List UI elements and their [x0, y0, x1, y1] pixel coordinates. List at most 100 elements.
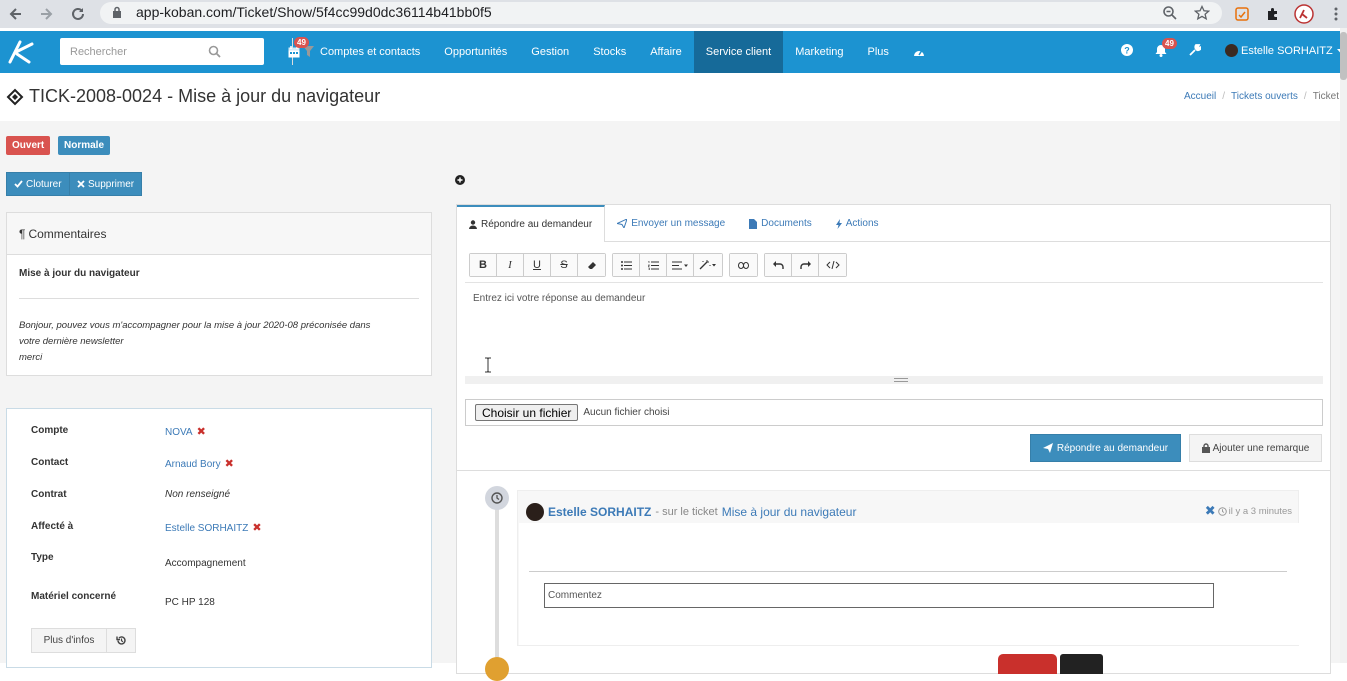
extension-orange-icon[interactable]: [1232, 4, 1252, 24]
browser-menu-icon[interactable]: [1326, 4, 1346, 24]
add-remark-label: Ajouter une remarque: [1212, 442, 1310, 454]
reply-editor[interactable]: Entrez ici votre réponse au demandeur: [473, 293, 1313, 373]
italic-button[interactable]: I: [497, 254, 524, 276]
user-menu[interactable]: Estelle SORHAITZ: [1225, 44, 1344, 57]
delete-icon[interactable]: ✖: [1205, 503, 1216, 519]
divider: [457, 470, 1330, 471]
timeline-next-dot: [485, 657, 509, 681]
calendar-menu-item[interactable]: 49: [280, 31, 309, 73]
wrench-icon[interactable]: [1189, 44, 1201, 56]
tabs: Répondre au demandeur Envoyer un message…: [457, 205, 1330, 242]
scrollbar-thumb[interactable]: [1340, 32, 1347, 80]
comment-title: Mise à jour du navigateur: [19, 268, 140, 279]
account-link[interactable]: NOVA: [165, 427, 193, 438]
search-input[interactable]: [60, 38, 204, 65]
bookmark-star-icon[interactable]: [1194, 5, 1210, 21]
timeline-time-text: il y a 3 minutes: [1228, 505, 1292, 517]
resize-grip-icon[interactable]: [894, 378, 908, 382]
help-icon[interactable]: ?: [1121, 44, 1133, 56]
menu-marketing[interactable]: Marketing: [783, 31, 855, 73]
page-scrollbar[interactable]: [1340, 28, 1347, 663]
timeline-ticket-link[interactable]: Mise à jour du navigateur: [722, 505, 857, 519]
zoom-icon[interactable]: [1162, 5, 1178, 21]
comments-box: ¶ Commentaires Mise à jour du navigateur…: [6, 212, 432, 376]
forward-icon[interactable]: [36, 4, 56, 24]
dashboard-icon: [913, 47, 925, 57]
red-button-partial[interactable]: [998, 654, 1057, 674]
remove-icon[interactable]: ✖: [197, 426, 206, 438]
breadcrumb-tickets-ouverts[interactable]: Tickets ouverts: [1231, 91, 1298, 102]
menu-opportunites[interactable]: Opportunités: [432, 31, 519, 73]
menu-comptes-et-contacts[interactable]: Comptes et contacts: [308, 31, 432, 73]
comment-input[interactable]: [544, 583, 1214, 608]
avatar: [526, 503, 544, 521]
koban-logo-icon[interactable]: [6, 38, 36, 66]
bold-button[interactable]: B: [470, 254, 497, 276]
file-icon: [749, 218, 758, 229]
toolbar-group-insert: [729, 253, 758, 277]
address-bar[interactable]: app-koban.com/Ticket/Show/5f4cc99d0dc361…: [100, 2, 1222, 24]
dark-button-partial[interactable]: [1060, 654, 1103, 674]
timeline-context: - sur le ticket: [655, 506, 718, 518]
info-key: Compte: [31, 425, 69, 436]
delete-ticket-button[interactable]: Supprimer: [69, 172, 143, 196]
magic-style-button[interactable]: [694, 254, 722, 276]
dashboard-menu-item[interactable]: [901, 31, 937, 73]
choose-file-button[interactable]: Choisir un fichier: [475, 404, 579, 421]
reload-icon[interactable]: [68, 4, 88, 24]
add-circle-icon[interactable]: [455, 175, 465, 185]
menu-service-client[interactable]: Service client: [693, 31, 784, 73]
assignee-link[interactable]: Estelle SORHAITZ: [165, 523, 248, 534]
timeline-author[interactable]: Estelle SORHAITZ: [548, 505, 651, 519]
underline-button[interactable]: U: [524, 254, 551, 276]
history-button[interactable]: [106, 628, 136, 653]
search-icon[interactable]: [208, 45, 221, 58]
info-key: Type: [31, 552, 54, 563]
eraser-button[interactable]: [578, 254, 605, 276]
menu-plus[interactable]: Plus: [856, 31, 901, 73]
tab-envoyer-message[interactable]: Envoyer un message: [605, 205, 737, 242]
more-info-button[interactable]: Plus d'infos: [31, 628, 107, 653]
breadcrumb-separator: /: [1303, 91, 1307, 102]
reply-submit-button[interactable]: Répondre au demandeur: [1030, 434, 1181, 462]
bullet-list-button[interactable]: [613, 254, 640, 276]
redo-icon: [799, 261, 811, 269]
contact-link[interactable]: Arnaud Bory: [165, 459, 221, 470]
align-dropdown-button[interactable]: [667, 254, 694, 276]
breadcrumb-accueil[interactable]: Accueil: [1184, 91, 1216, 102]
extensions-puzzle-icon[interactable]: [1263, 4, 1283, 24]
toolbar-group-paragraph: [612, 253, 723, 277]
numbered-list-button[interactable]: [640, 254, 667, 276]
info-value-compte: NOVA ✖: [165, 425, 206, 438]
redo-button[interactable]: [792, 254, 819, 276]
tab-repondre[interactable]: Répondre au demandeur: [457, 205, 606, 242]
remove-icon[interactable]: ✖: [252, 522, 261, 534]
comments-header-label: Commentaires: [28, 226, 107, 241]
file-input: Choisir un fichier Aucun fichier choisi: [465, 399, 1323, 426]
undo-button[interactable]: [765, 254, 792, 276]
link-button[interactable]: [730, 254, 757, 276]
back-icon[interactable]: [6, 4, 26, 24]
magic-wand-icon: [699, 260, 717, 270]
tab-actions[interactable]: Actions: [824, 205, 891, 242]
code-view-button[interactable]: [819, 254, 846, 276]
menu-gestion[interactable]: Gestion: [519, 31, 581, 73]
add-remark-button[interactable]: Ajouter une remarque: [1189, 434, 1322, 462]
divider: [19, 298, 419, 299]
clock-icon: [1217, 506, 1227, 516]
editor-toolbar: B I U S: [469, 253, 847, 277]
menu-affaire[interactable]: Affaire: [638, 31, 694, 73]
tab-documents[interactable]: Documents: [737, 205, 824, 242]
avatar: [1225, 44, 1238, 57]
tab-label: Documents: [761, 218, 812, 229]
tab-label: Envoyer un message: [631, 218, 726, 229]
editor-resize-bar[interactable]: [465, 376, 1323, 384]
breadcrumb: Accueil / Tickets ouverts / Ticket: [1184, 91, 1339, 102]
close-ticket-button[interactable]: Cloturer: [6, 172, 70, 196]
strikethrough-button[interactable]: S: [551, 254, 578, 276]
toolbar-group-format: B I U S: [469, 253, 606, 277]
remove-icon[interactable]: ✖: [225, 458, 234, 470]
menu-stocks[interactable]: Stocks: [581, 31, 638, 73]
profile-avatar-icon[interactable]: [1294, 4, 1314, 24]
undo-icon: [772, 261, 784, 269]
